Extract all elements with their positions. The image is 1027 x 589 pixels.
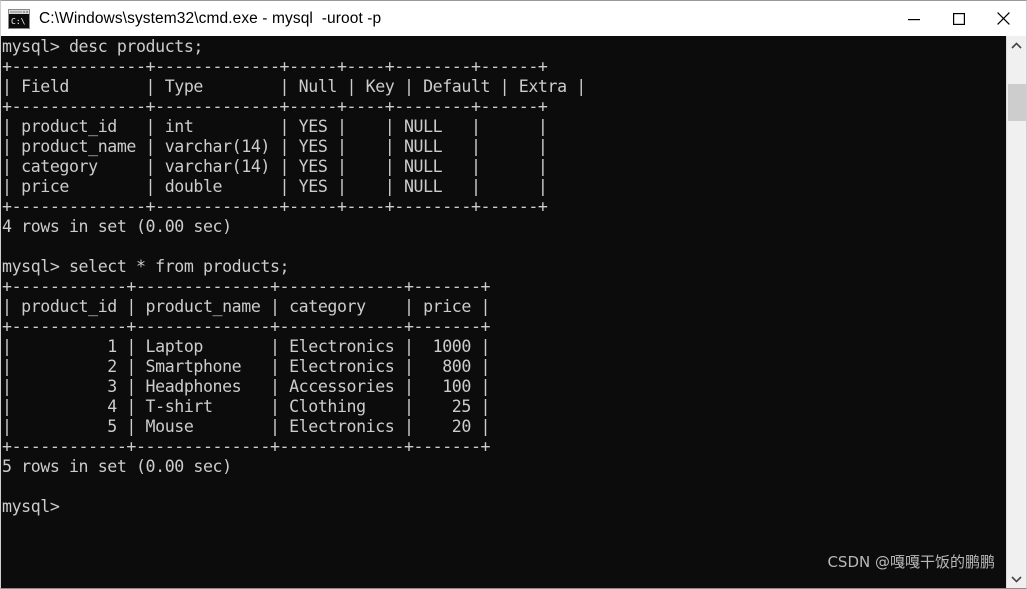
watermark: CSDN @嘎嘎干饭的鹏鹏 — [827, 553, 995, 571]
console-text: mysql> desc products; +--------------+--… — [2, 37, 586, 516]
cmd-window: C:\ C:\Windows\system32\cmd.exe - mysql … — [0, 0, 1027, 589]
scrollbar-thumb[interactable] — [1008, 84, 1026, 121]
chevron-up-icon[interactable] — [1007, 36, 1026, 55]
chevron-down-icon[interactable] — [1007, 569, 1026, 588]
title-bar[interactable]: C:\ C:\Windows\system32\cmd.exe - mysql … — [1, 1, 1026, 36]
minimize-button[interactable] — [891, 1, 936, 36]
close-button[interactable] — [981, 1, 1026, 36]
console-output-area[interactable]: mysql> desc products; +--------------+--… — [1, 36, 1026, 588]
maximize-button[interactable] — [936, 1, 981, 36]
cmd-icon: C:\ — [8, 8, 30, 29]
window-title: C:\Windows\system32\cmd.exe - mysql -uro… — [39, 10, 382, 27]
vertical-scrollbar[interactable] — [1006, 36, 1026, 588]
svg-text:C:\: C:\ — [11, 17, 26, 26]
title-bar-left: C:\ C:\Windows\system32\cmd.exe - mysql … — [1, 1, 891, 36]
